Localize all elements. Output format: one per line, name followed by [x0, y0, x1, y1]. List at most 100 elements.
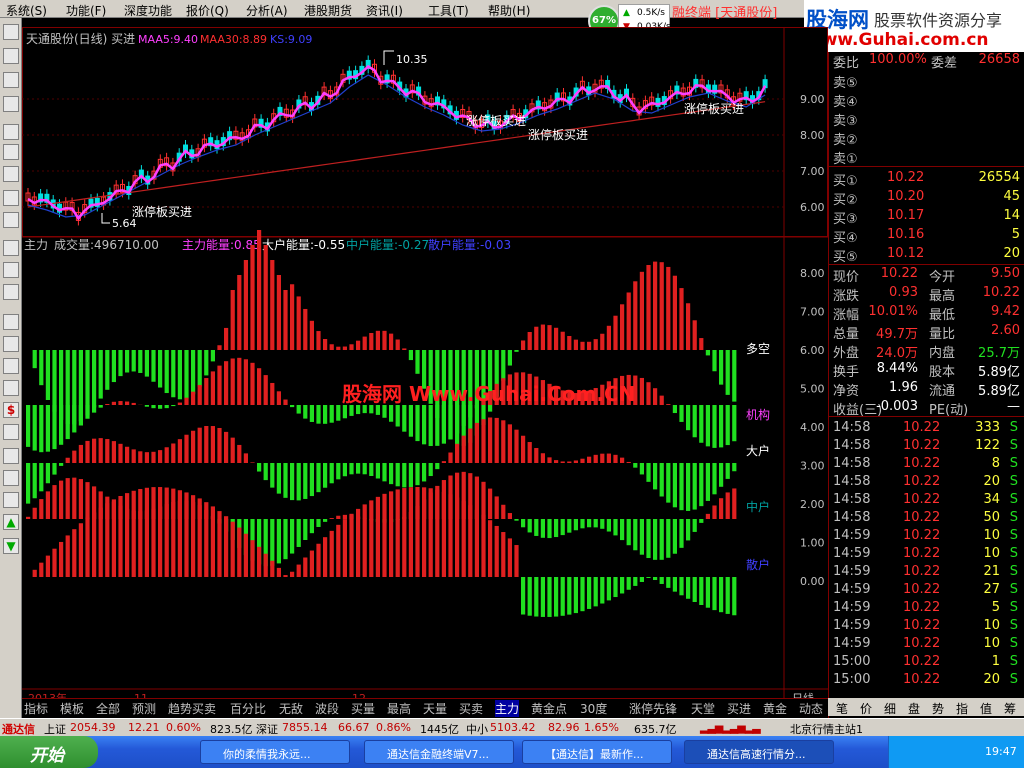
energy-bar — [85, 440, 90, 463]
taskbar-item[interactable]: 通达信金融终端V7... — [364, 740, 514, 764]
energy-bar — [369, 405, 374, 414]
chart-window-icon[interactable] — [3, 358, 19, 374]
dollar-icon[interactable]: $ — [3, 402, 19, 418]
energy-bar — [270, 519, 275, 566]
indicator-tab[interactable]: 30度 — [580, 700, 607, 717]
indicator-tab[interactable]: 最高 — [387, 700, 411, 717]
menu-function[interactable]: 功能(F) — [66, 2, 106, 19]
up-arrow-icon: ▲ — [623, 8, 630, 18]
quote-tab[interactable]: 筹 — [1004, 700, 1016, 717]
menu-analysis[interactable]: 分析(A) — [246, 2, 288, 19]
window-icon[interactable] — [3, 240, 19, 256]
news-icon[interactable] — [3, 166, 19, 182]
stat-value: 49.7万 — [876, 327, 918, 342]
indicator-tab[interactable]: 天量 — [423, 700, 447, 717]
indicator-icon[interactable] — [3, 314, 19, 330]
exit-icon[interactable] — [3, 448, 19, 464]
menu-deep-function[interactable]: 深度功能 — [124, 2, 172, 19]
quote-tab[interactable]: 笔 — [836, 700, 848, 717]
menu-quote[interactable]: 报价(Q) — [186, 2, 229, 19]
energy-bar — [230, 437, 235, 463]
users-icon[interactable] — [3, 212, 19, 228]
menu-help[interactable]: 帮助(H) — [488, 2, 530, 19]
indicator-tab[interactable]: 指标 — [24, 700, 48, 717]
energy-bar — [290, 463, 295, 501]
indicator-tab[interactable]: 天堂 — [691, 700, 715, 717]
arrow-up-icon[interactable]: ▲ — [3, 514, 19, 530]
pen-icon[interactable] — [3, 470, 19, 486]
indicator-tab[interactable]: 黄金点 — [531, 700, 567, 717]
energy-bar — [125, 350, 130, 373]
tick-time: 14:59 — [833, 636, 871, 651]
quote-tab[interactable]: 价 — [860, 700, 872, 717]
screen-icon[interactable] — [3, 380, 19, 396]
candle-icon[interactable] — [3, 96, 19, 112]
indicator-tab[interactable]: 趋势买卖 — [168, 700, 216, 717]
energy-bar — [217, 345, 222, 350]
lower-panel-label: 主力 — [24, 238, 48, 252]
band-label-institution: 机构 — [746, 407, 770, 422]
energy-bar — [125, 446, 130, 463]
energy-bar — [111, 499, 116, 577]
menu-hk-futures[interactable]: 港股期货 — [304, 2, 352, 19]
watermark: 股海网 Www.Guhai.Com.CN — [342, 382, 635, 406]
indicator-tab[interactable]: 动态 — [799, 700, 823, 717]
energy-bar — [672, 577, 677, 592]
energy-bar — [646, 577, 651, 578]
quote-tab[interactable]: 指 — [956, 700, 968, 717]
indicator-tab[interactable]: 黄金 — [763, 700, 787, 717]
quote-tab[interactable]: 值 — [980, 700, 992, 717]
lower-ytick: 3.00 — [800, 460, 825, 473]
zx-amount: 635.7亿 — [634, 723, 677, 736]
sell-level-label: 卖① — [833, 152, 858, 167]
tick-time: 14:58 — [833, 420, 871, 435]
rsi-icon[interactable] — [3, 336, 19, 352]
indicator-tab[interactable]: 买卖 — [459, 700, 483, 717]
indicator-tab[interactable]: 预测 — [132, 700, 156, 717]
server-name[interactable]: 北京行情主站1 — [790, 721, 863, 737]
menu-info[interactable]: 资讯(I) — [366, 2, 403, 19]
energy-bar — [98, 350, 103, 399]
indicator-tab[interactable]: 百分比 — [230, 700, 266, 717]
energy-bar — [303, 519, 308, 541]
menu-tools[interactable]: 工具(T) — [428, 2, 469, 19]
quote-tab[interactable]: 盘 — [908, 700, 920, 717]
report-icon[interactable] — [3, 124, 19, 140]
taskbar-item[interactable]: 你的柔情我永远... — [200, 740, 350, 764]
indicator-tab[interactable]: 模板 — [60, 700, 84, 717]
trend-icon[interactable] — [3, 72, 19, 88]
quote-tab[interactable]: 细 — [884, 700, 896, 717]
indicator-tab[interactable]: 波段 — [315, 700, 339, 717]
etf-icon[interactable] — [3, 284, 19, 300]
arrow-down-icon[interactable]: ▼ — [3, 538, 19, 554]
quote-tab[interactable]: 势 — [932, 700, 944, 717]
table-icon[interactable] — [3, 144, 19, 160]
energy-bar — [342, 463, 347, 477]
tick-side: S — [1009, 546, 1018, 561]
energy-bar — [290, 284, 295, 350]
search-icon[interactable] — [3, 262, 19, 278]
sh-index: 2054.39 — [70, 721, 116, 734]
taskbar-item[interactable]: 通达信高速行情分... — [684, 740, 834, 764]
indicator-tab[interactable]: 涨停先锋 — [629, 700, 677, 717]
tools-icon[interactable] — [3, 424, 19, 440]
energy-bar — [527, 577, 532, 616]
list-icon[interactable] — [3, 48, 19, 64]
indicator-tab[interactable]: 全部 — [96, 700, 120, 717]
indicator-tab[interactable]: 买进 — [727, 700, 751, 717]
taskbar-item[interactable]: 【通达信】最新作... — [522, 740, 672, 764]
draw-icon[interactable] — [3, 492, 19, 508]
energy-bar — [316, 331, 321, 350]
lower-ytick: 6.00 — [800, 344, 825, 357]
kline-icon[interactable] — [3, 24, 19, 40]
zx-label: 中小 — [466, 723, 488, 736]
energy-bar — [573, 519, 578, 531]
mail-icon[interactable] — [3, 190, 19, 206]
energy-bar — [686, 463, 691, 511]
indicator-tab[interactable]: 买量 — [351, 700, 375, 717]
indicator-tab[interactable]: 主力 — [495, 700, 520, 717]
menu-system[interactable]: 系统(S) — [6, 2, 47, 19]
indicator-tab[interactable]: 无敌 — [279, 700, 303, 717]
start-button[interactable]: 开始 — [0, 736, 98, 768]
energy-bar — [329, 463, 334, 484]
